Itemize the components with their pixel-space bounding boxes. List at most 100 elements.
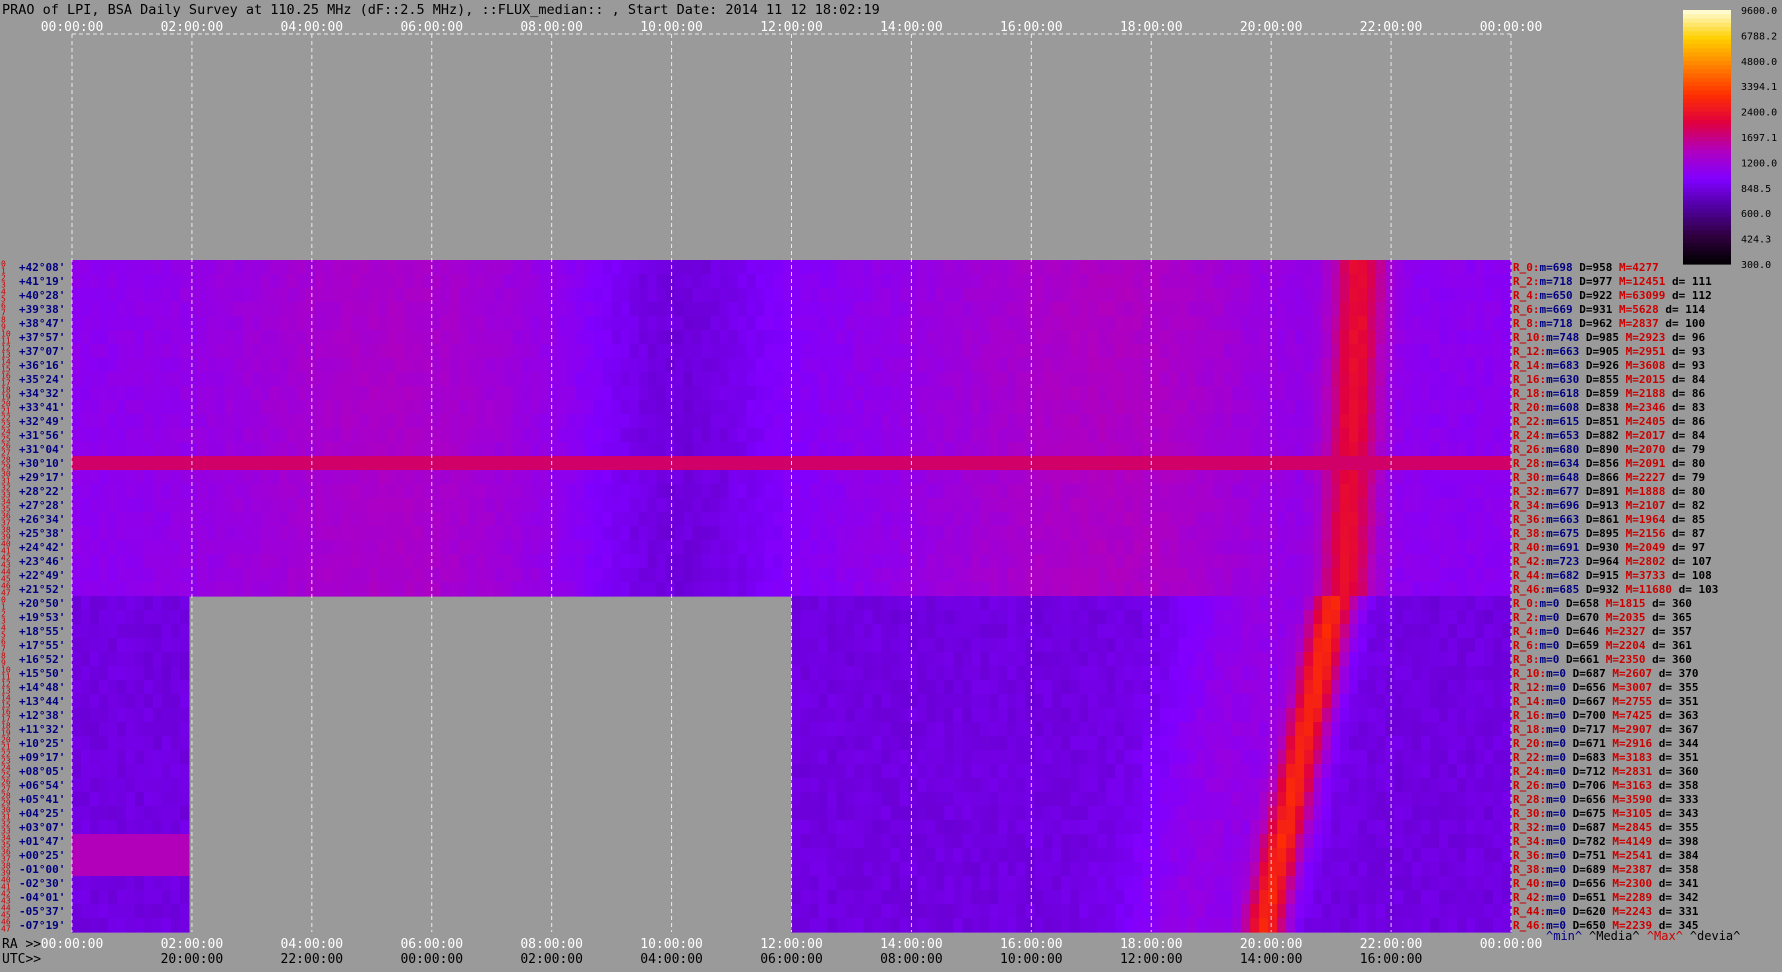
heat-cell xyxy=(215,512,226,527)
heat-cell xyxy=(845,344,856,359)
heat-cell xyxy=(305,582,316,597)
heat-cell xyxy=(557,316,568,331)
heat-cell xyxy=(1097,386,1107,401)
heat-cell xyxy=(890,274,901,289)
heat-cell xyxy=(395,386,406,401)
heat-cell xyxy=(107,666,118,681)
heatmap-svg: PRAO of LPI, BSA Daily Survey at 110.25 … xyxy=(1,2,1777,967)
heat-cell xyxy=(1097,708,1107,723)
heat-cell xyxy=(944,722,954,737)
heat-cell xyxy=(1268,568,1278,583)
heat-cell xyxy=(971,652,981,667)
heat-cell xyxy=(1385,526,1395,541)
heat-cell xyxy=(368,414,379,429)
heat-cell xyxy=(1160,666,1170,681)
heat-cell xyxy=(1214,372,1224,387)
heat-cell xyxy=(611,330,622,345)
heat-cell xyxy=(1169,442,1179,457)
heat-cell xyxy=(1034,484,1044,499)
heat-cell xyxy=(1088,750,1098,765)
heat-cell xyxy=(1115,708,1125,723)
heat-cell xyxy=(1214,414,1224,429)
heat-cell xyxy=(80,386,91,401)
heat-cell xyxy=(287,554,298,569)
heat-cell xyxy=(683,386,694,401)
heat-cell xyxy=(98,414,109,429)
heat-cell xyxy=(1421,666,1431,681)
heat-cell xyxy=(422,302,433,317)
heat-cell xyxy=(1403,652,1413,667)
heat-cell xyxy=(548,372,559,387)
heat-cell xyxy=(1502,260,1512,275)
heat-cell xyxy=(566,568,577,583)
heat-cell xyxy=(620,274,631,289)
heat-cell xyxy=(1214,554,1224,569)
heat-cell xyxy=(1025,596,1035,611)
heat-cell xyxy=(1178,736,1188,751)
heat-cell xyxy=(1349,386,1359,401)
heat-cell xyxy=(1304,260,1314,275)
heat-cell xyxy=(971,582,981,597)
heat-cell xyxy=(1448,624,1458,639)
heat-cell xyxy=(1034,722,1044,737)
heat-cell xyxy=(485,582,496,597)
heat-cell xyxy=(1043,428,1053,443)
heat-cell xyxy=(89,260,100,275)
heat-cell xyxy=(287,260,298,275)
heat-cell xyxy=(1322,596,1332,611)
heat-cell xyxy=(224,274,235,289)
heat-cell xyxy=(827,274,838,289)
heat-cell xyxy=(845,554,856,569)
heat-cell xyxy=(242,470,253,485)
heat-cell xyxy=(512,456,523,471)
heat-cell xyxy=(206,414,217,429)
heat-cell xyxy=(1007,414,1017,429)
heat-cell xyxy=(1439,456,1449,471)
heat-cell xyxy=(404,274,415,289)
heat-cell xyxy=(890,568,901,583)
heat-cell xyxy=(791,484,802,499)
heat-cell xyxy=(1457,456,1467,471)
heat-cell xyxy=(1250,344,1260,359)
heat-cell xyxy=(998,358,1008,373)
heat-cell xyxy=(1268,344,1278,359)
heat-cell xyxy=(1160,638,1170,653)
heat-cell xyxy=(233,316,244,331)
heat-cell xyxy=(1376,540,1386,555)
heat-cell xyxy=(314,498,325,513)
heat-cell xyxy=(107,554,118,569)
heat-cell xyxy=(971,442,981,457)
heat-cell xyxy=(458,540,469,555)
heat-cell xyxy=(674,568,685,583)
heat-cell xyxy=(1331,288,1341,303)
heat-cell xyxy=(908,722,919,737)
heat-cell xyxy=(935,652,945,667)
heat-cell xyxy=(206,554,217,569)
heat-cell xyxy=(1016,316,1026,331)
heat-cell xyxy=(629,386,640,401)
heat-cell xyxy=(413,540,424,555)
heat-cell xyxy=(161,750,172,765)
heat-cell xyxy=(224,540,235,555)
heat-cell xyxy=(935,400,945,415)
heat-cell xyxy=(1403,624,1413,639)
heat-cell xyxy=(827,596,838,611)
heat-cell xyxy=(1115,414,1125,429)
heat-cell xyxy=(1142,414,1152,429)
heat-cell xyxy=(1133,722,1143,737)
heat-cell xyxy=(674,414,685,429)
heat-cell xyxy=(1475,568,1485,583)
heat-cell xyxy=(1376,638,1386,653)
heat-cell xyxy=(1232,582,1242,597)
heat-cell xyxy=(800,400,811,415)
heat-cell xyxy=(953,764,963,779)
heat-cell xyxy=(1241,568,1251,583)
heat-cell xyxy=(1052,316,1062,331)
heat-cell xyxy=(917,470,927,485)
heat-cell xyxy=(161,414,172,429)
heat-cell xyxy=(341,582,352,597)
heat-cell xyxy=(1097,316,1107,331)
heat-cell xyxy=(755,582,766,597)
heat-cell xyxy=(1268,316,1278,331)
heat-cell xyxy=(323,386,334,401)
